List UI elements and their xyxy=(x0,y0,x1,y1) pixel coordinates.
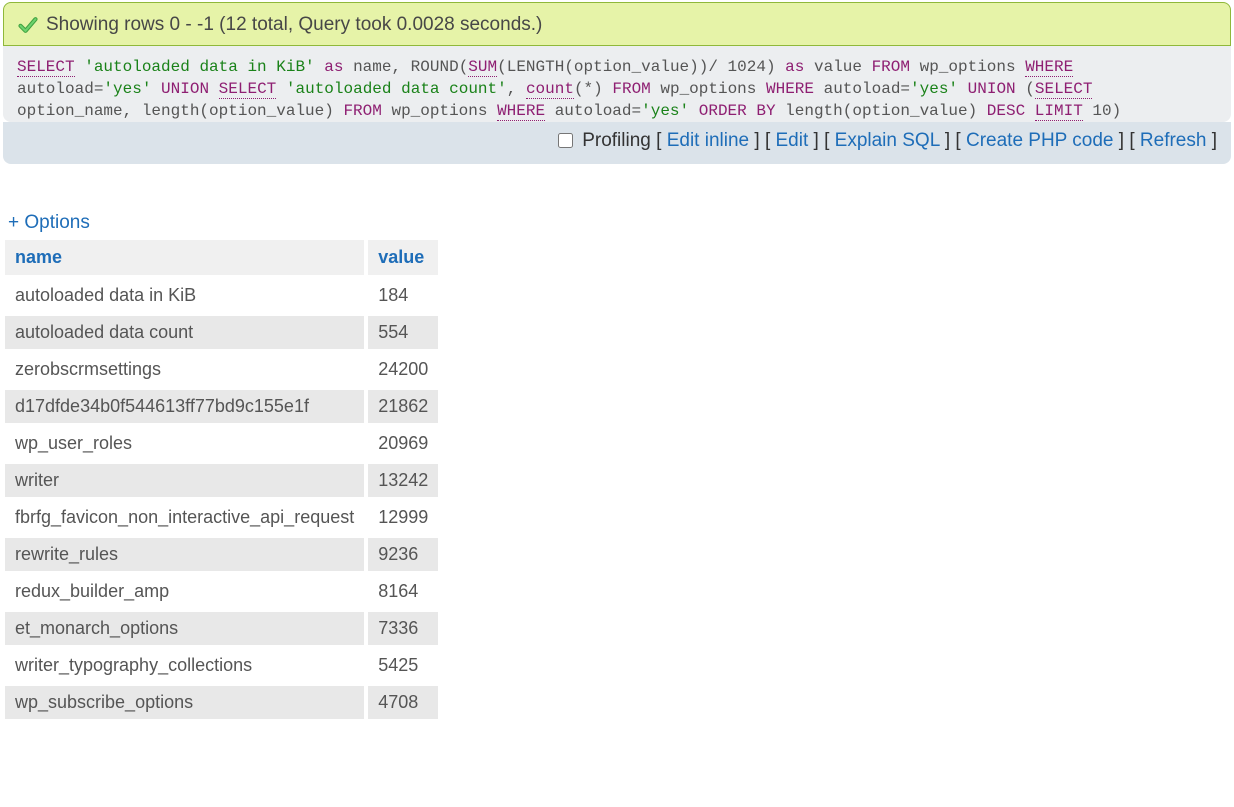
table-row[interactable]: et_monarch_options7336 xyxy=(5,610,440,647)
edit-inline-link[interactable]: Edit inline xyxy=(667,130,749,151)
cell-value: 20969 xyxy=(366,425,440,462)
profiling-checkbox[interactable] xyxy=(558,133,573,148)
table-row[interactable]: zerobscrmsettings24200 xyxy=(5,351,440,388)
cell-name: et_monarch_options xyxy=(5,610,366,647)
cell-value: 7336 xyxy=(366,610,440,647)
results-header-row: name value xyxy=(5,240,440,277)
cell-name: wp_user_roles xyxy=(5,425,366,462)
table-row[interactable]: rewrite_rules9236 xyxy=(5,536,440,573)
cell-name: writer xyxy=(5,462,366,499)
cell-value: 554 xyxy=(366,314,440,351)
column-header-value[interactable]: value xyxy=(366,240,440,277)
options-toggle-link[interactable]: + Options xyxy=(8,212,90,234)
success-notice: Showing rows 0 - -1 (12 total, Query too… xyxy=(3,2,1231,46)
sql-query-text: SELECT 'autoloaded data in KiB' as name,… xyxy=(17,56,1217,122)
table-row[interactable]: writer_typography_collections5425 xyxy=(5,647,440,684)
refresh-link[interactable]: Refresh xyxy=(1140,130,1207,151)
cell-value: 24200 xyxy=(366,351,440,388)
cell-value: 21862 xyxy=(366,388,440,425)
cell-value: 184 xyxy=(366,277,440,314)
table-row[interactable]: writer13242 xyxy=(5,462,440,499)
cell-value: 9236 xyxy=(366,536,440,573)
table-row[interactable]: redux_builder_amp8164 xyxy=(5,573,440,610)
edit-link[interactable]: Edit xyxy=(776,130,809,151)
results-table: name value autoloaded data in KiB184auto… xyxy=(5,240,442,723)
table-row[interactable]: fbrfg_favicon_non_interactive_api_reques… xyxy=(5,499,440,536)
table-row[interactable]: autoloaded data in KiB184 xyxy=(5,277,440,314)
success-check-icon xyxy=(18,15,38,35)
column-header-name[interactable]: name xyxy=(5,240,366,277)
profiling-label: Profiling xyxy=(582,130,651,151)
create-php-code-link[interactable]: Create PHP code xyxy=(966,130,1114,151)
cell-name: autoloaded data in KiB xyxy=(5,277,366,314)
table-row[interactable]: wp_user_roles20969 xyxy=(5,425,440,462)
sql-display: SELECT 'autoloaded data in KiB' as name,… xyxy=(3,46,1231,122)
cell-name: zerobscrmsettings xyxy=(5,351,366,388)
cell-name: writer_typography_collections xyxy=(5,647,366,684)
cell-value: 12999 xyxy=(366,499,440,536)
table-row[interactable]: d17dfde34b0f544613ff77bd9c155e1f21862 xyxy=(5,388,440,425)
table-row[interactable]: wp_subscribe_options4708 xyxy=(5,684,440,721)
cell-value: 13242 xyxy=(366,462,440,499)
cell-name: redux_builder_amp xyxy=(5,573,366,610)
cell-value: 5425 xyxy=(366,647,440,684)
success-notice-text: Showing rows 0 - -1 (12 total, Query too… xyxy=(46,13,542,37)
sql-action-bar: Profiling [ Edit inline ] [ Edit ] [ Exp… xyxy=(3,122,1231,164)
cell-value: 4708 xyxy=(366,684,440,721)
explain-sql-link[interactable]: Explain SQL xyxy=(835,130,940,151)
cell-name: autoloaded data count xyxy=(5,314,366,351)
cell-name: rewrite_rules xyxy=(5,536,366,573)
cell-name: wp_subscribe_options xyxy=(5,684,366,721)
cell-name: d17dfde34b0f544613ff77bd9c155e1f xyxy=(5,388,366,425)
cell-value: 8164 xyxy=(366,573,440,610)
cell-name: fbrfg_favicon_non_interactive_api_reques… xyxy=(5,499,366,536)
table-row[interactable]: autoloaded data count554 xyxy=(5,314,440,351)
